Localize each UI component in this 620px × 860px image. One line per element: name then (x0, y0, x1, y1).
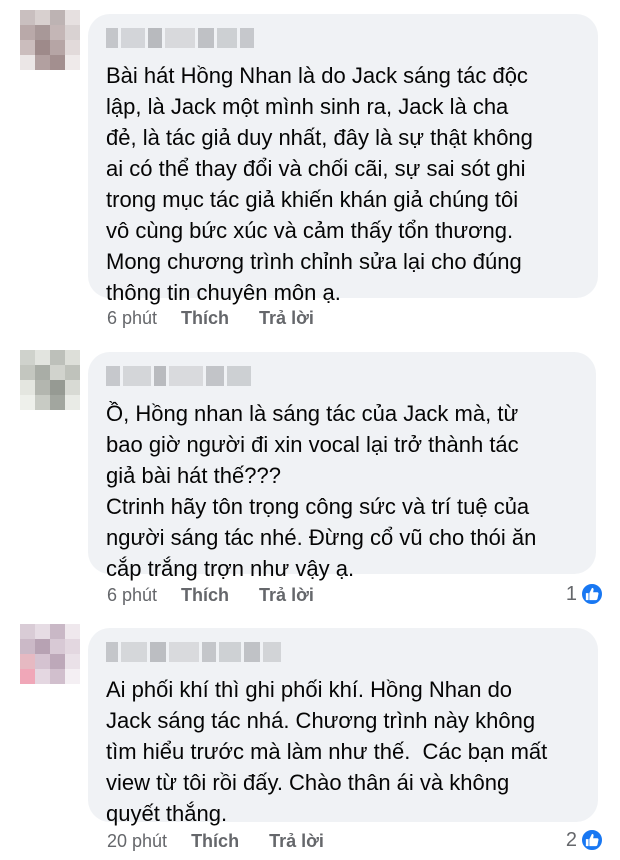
reaction-count: 1 (565, 582, 577, 605)
comment-bubble: Ai phối khí thì ghi phối khí. Hồng Nhan … (88, 628, 598, 826)
comment-actions: 6 phút Thích Trả lời (107, 308, 344, 329)
comment-actions: 20 phút Thích Trả lời (107, 831, 354, 852)
reaction-summary[interactable]: 2 (566, 828, 604, 852)
reply-button[interactable]: Trả lời (269, 831, 324, 852)
reaction-summary[interactable]: 1 (566, 582, 604, 606)
comment-text: Ai phối khí thì ghi phối khí. Hồng Nhan … (106, 677, 548, 826)
avatar[interactable] (20, 10, 80, 70)
thumbs-up-icon (580, 582, 604, 606)
comment-bubble: Ồ, Hồng nhan là sáng tác của Jack mà, từ… (88, 352, 596, 581)
commenter-name-blurred[interactable] (106, 28, 582, 48)
like-button[interactable]: Thích (181, 585, 229, 606)
avatar[interactable] (20, 350, 80, 410)
comment-text: Ồ, Hồng nhan là sáng tác của Jack mà, từ… (106, 401, 537, 581)
comment-time[interactable]: 6 phút (107, 308, 157, 329)
comment-actions: 6 phút Thích Trả lời (107, 585, 344, 606)
reply-button[interactable]: Trả lời (259, 585, 314, 606)
comment-text: Bài hát Hồng Nhan là do Jack sáng tác độ… (106, 63, 533, 305)
thumbs-up-icon (580, 828, 604, 852)
reply-button[interactable]: Trả lời (259, 308, 314, 329)
comment-bubble: Bài hát Hồng Nhan là do Jack sáng tác độ… (88, 14, 598, 305)
comment-time[interactable]: 20 phút (107, 831, 167, 852)
reaction-count: 2 (565, 828, 577, 851)
commenter-name-blurred[interactable] (106, 642, 582, 662)
commenter-name-blurred[interactable] (106, 366, 580, 386)
comment-time[interactable]: 6 phút (107, 585, 157, 606)
like-button[interactable]: Thích (181, 308, 229, 329)
avatar[interactable] (20, 624, 80, 684)
like-button[interactable]: Thích (191, 831, 239, 852)
